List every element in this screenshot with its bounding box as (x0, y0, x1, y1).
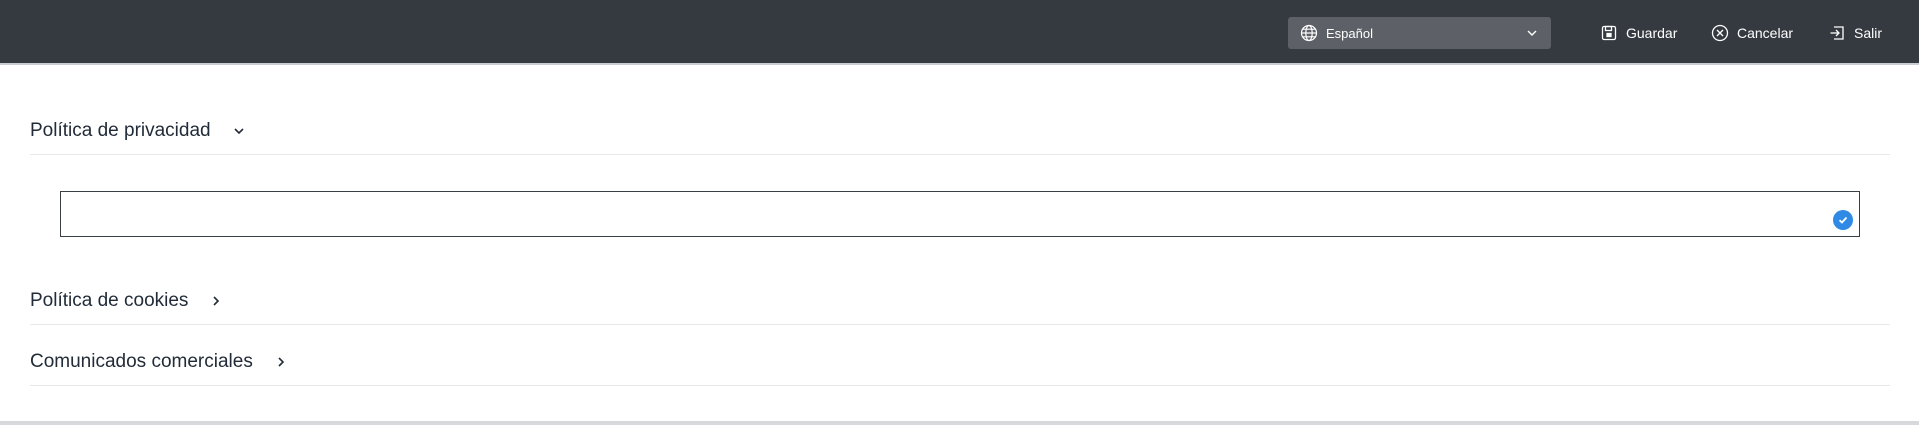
section-title: Comunicados comerciales (30, 351, 253, 372)
bottom-divider (0, 421, 1919, 425)
top-toolbar: Español Guardar Cancelar Salir (0, 0, 1919, 65)
section-title: Política de privacidad (30, 120, 211, 141)
chevron-right-icon (273, 354, 289, 370)
chevron-down-icon (231, 123, 247, 139)
cancel-button-label: Cancelar (1737, 25, 1794, 41)
section-title: Política de cookies (30, 289, 189, 311)
save-icon (1600, 24, 1618, 42)
privacy-policy-editor[interactable] (60, 191, 1860, 237)
language-select-value: Español (1326, 25, 1373, 41)
section-privacy-policy[interactable]: Política de privacidad (30, 108, 1890, 155)
save-button[interactable]: Guardar (1600, 22, 1677, 44)
close-circle-icon (1711, 24, 1729, 42)
section-commercial-communications[interactable]: Comunicados comerciales (30, 339, 1890, 386)
section-cookies-policy[interactable]: Política de cookies (30, 277, 1890, 325)
exit-icon (1828, 24, 1846, 42)
save-button-label: Guardar (1626, 25, 1678, 41)
check-circle-icon (1833, 210, 1853, 230)
chevron-down-icon (1525, 26, 1539, 40)
chevron-right-icon (208, 293, 224, 309)
exit-button-label: Salir (1854, 25, 1883, 41)
exit-button[interactable]: Salir (1828, 22, 1882, 44)
globe-icon (1300, 24, 1318, 42)
cancel-button[interactable]: Cancelar (1711, 22, 1793, 44)
language-select[interactable]: Español (1288, 17, 1551, 49)
